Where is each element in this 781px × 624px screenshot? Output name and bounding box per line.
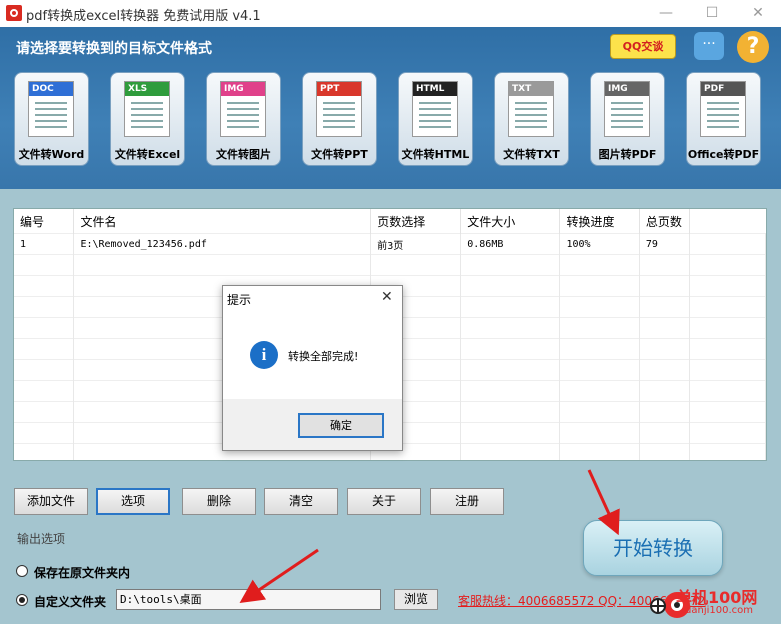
arrow-to-start [587, 469, 620, 536]
arrow-to-path [239, 548, 319, 604]
annotation-arrows [239, 469, 620, 604]
watermark-subtext: danji100.com [685, 605, 753, 616]
